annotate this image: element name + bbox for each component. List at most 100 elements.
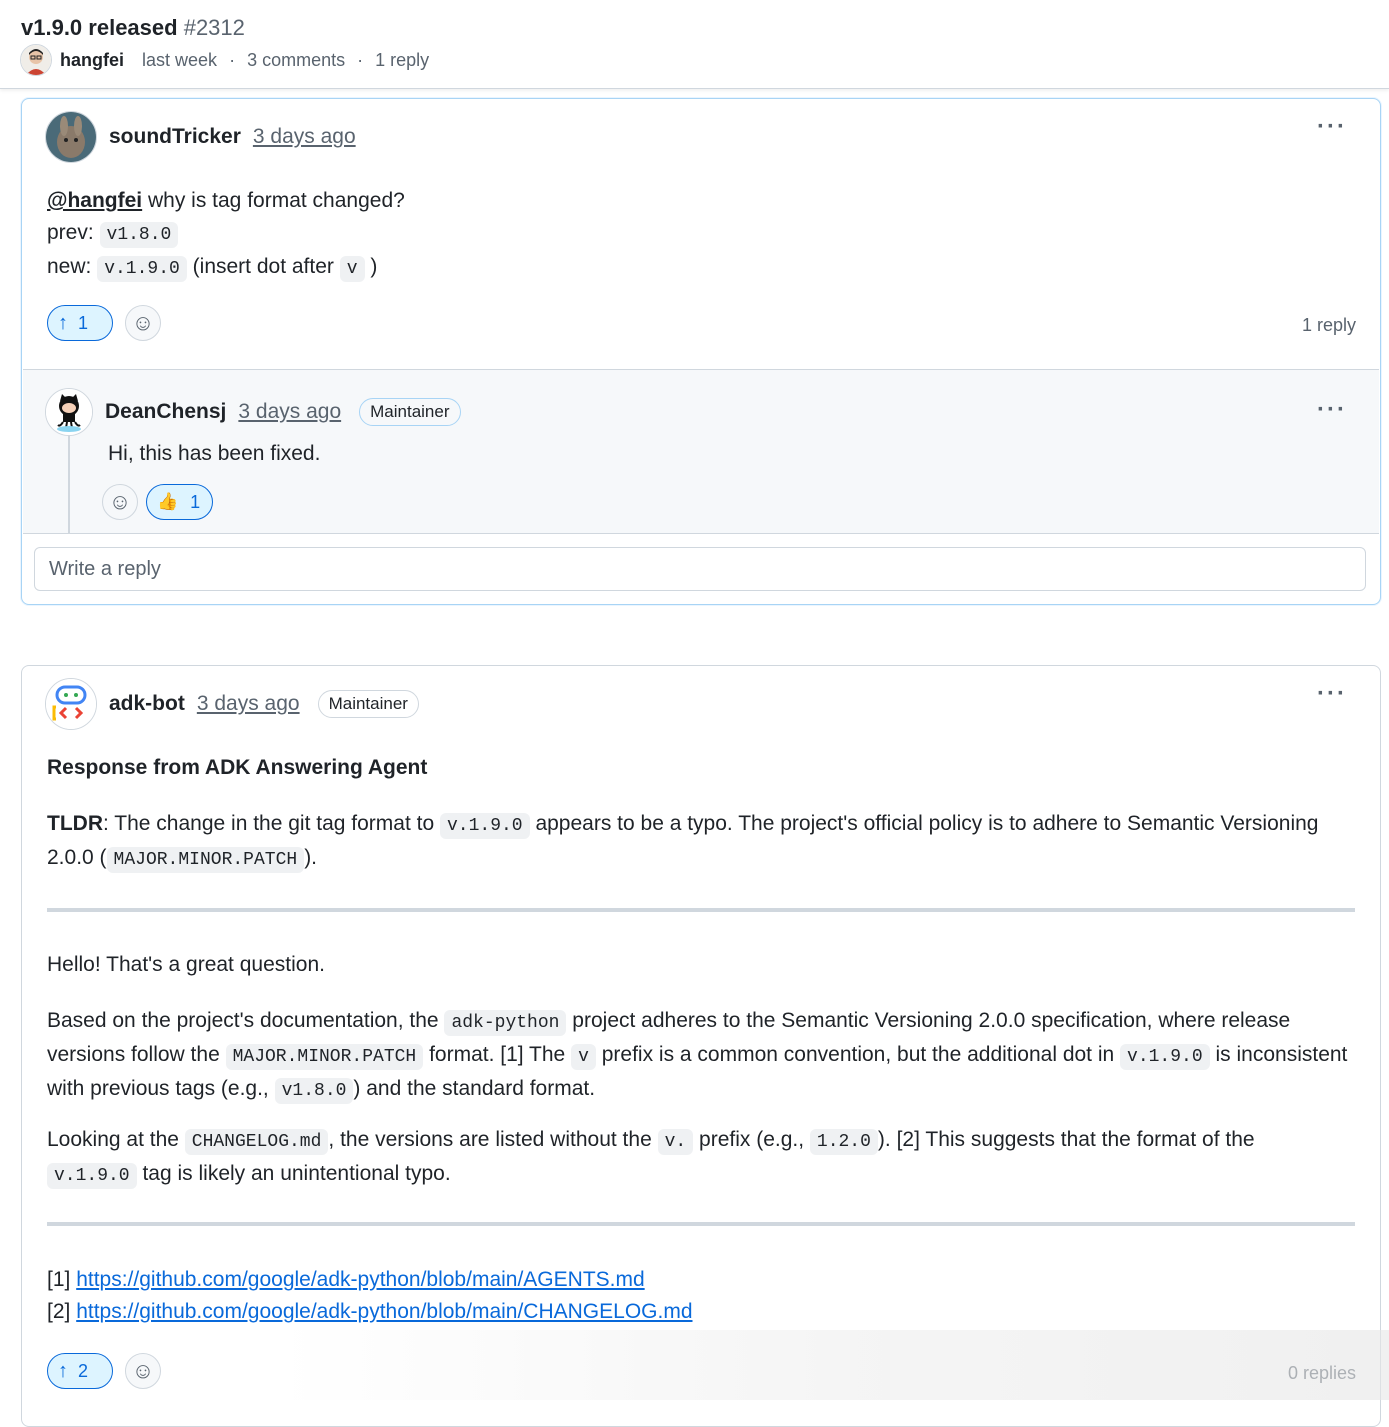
separator-dot: · <box>357 49 364 70</box>
prev-label: prev: <box>47 221 100 244</box>
reference-link-2[interactable]: https://github.com/google/adk-python/blo… <box>76 1300 692 1323</box>
thumbs-up-icon: 👍 <box>157 492 179 511</box>
reference-link-1[interactable]: https://github.com/google/adk-python/blo… <box>76 1268 644 1291</box>
discussion-number[interactable]: #2312 <box>184 15 245 40</box>
p2-code-4: v.1.9.0 <box>1120 1044 1210 1070</box>
hangfei-avatar[interactable] <box>20 44 52 76</box>
smiley-icon[interactable]: ☺ <box>125 1353 161 1389</box>
tldr-text-c: ). <box>304 846 318 869</box>
comment-author[interactable]: soundTricker <box>109 125 241 149</box>
p3-text-c: prefix (e.g., <box>693 1128 810 1151</box>
comment-line-3: new: v.1.9.0 (insert dot after v ) <box>47 251 405 285</box>
p2-code-1: adk-python <box>444 1010 567 1036</box>
upvote-button[interactable]: ↑ 1 <box>47 305 113 341</box>
maintainer-badge: Maintainer <box>317 690 419 718</box>
ref2-label: [2] <box>47 1300 77 1323</box>
p2-code-3: v <box>571 1044 596 1070</box>
tldr-code-1: v.1.9.0 <box>439 813 530 839</box>
insert-end: ) <box>364 255 378 278</box>
arrow-up-icon: ↑ <box>58 311 68 334</box>
comment-adk-bot: adk-bot 3 days ago Maintainer ··· Respon… <box>21 665 1381 1427</box>
comment-time[interactable]: 3 days ago <box>253 125 356 149</box>
comment-reactions: ↑ 2 ☺ <box>47 1353 161 1389</box>
response-heading: Response from ADK Answering Agent <box>47 756 428 779</box>
prev-tag-code: v1.8.0 <box>99 222 179 248</box>
reference-1: [1] https://github.com/google/adk-python… <box>47 1264 693 1296</box>
comment-line-1: @hangfei why is tag format changed? <box>47 185 405 217</box>
reply-reactions: ☺ 👍 1 <box>102 484 214 520</box>
discussion-comment-count: 3 comments <box>247 49 346 70</box>
comment-line-2: prev: v1.8.0 <box>47 217 405 251</box>
reference-2: [2] https://github.com/google/adk-python… <box>47 1296 693 1328</box>
discussion-header: v1.9.0 released #2312 hangfei last week … <box>0 0 1389 89</box>
insert-code: v <box>339 256 365 282</box>
upvote-button[interactable]: ↑ 2 <box>47 1353 113 1389</box>
reply-count[interactable]: 1 reply <box>1302 315 1356 336</box>
p3-text-a: Looking at the <box>47 1128 185 1151</box>
discussion-time: last week <box>142 49 218 70</box>
discussion-meta: hangfei last week · 3 comments · 1 reply <box>20 44 429 76</box>
p3-text-d: ). [2] This suggests that the format of … <box>877 1128 1255 1151</box>
upvote-count: 1 <box>78 312 89 333</box>
comment-line-1-text: why is tag format changed? <box>142 189 405 212</box>
soundtricker-avatar[interactable] <box>45 111 97 163</box>
separator-dot: · <box>229 49 236 70</box>
tldr-code-2: MAJOR.MINOR.PATCH <box>106 847 305 873</box>
p3-code-1: CHANGELOG.md <box>184 1129 329 1155</box>
insert-text: (insert dot after <box>186 255 340 278</box>
comment-body: @hangfei why is tag format changed? prev… <box>47 185 405 285</box>
discussion-title-text: v1.9.0 released <box>21 15 178 40</box>
p2-text-f: ) and the standard format. <box>353 1077 596 1100</box>
paragraph-3: Looking at the CHANGELOG.md, the version… <box>47 1124 1337 1192</box>
hello-paragraph: Hello! That's a great question. <box>47 953 325 976</box>
kebab-horizontal-icon[interactable]: ··· <box>1317 396 1347 424</box>
thumbs-up-count: 1 <box>190 491 201 512</box>
reply-input[interactable]: Write a reply <box>34 547 1366 591</box>
comment-author[interactable]: adk-bot <box>109 692 185 716</box>
p2-code-2: MAJOR.MINOR.PATCH <box>225 1044 424 1070</box>
deanchensj-avatar[interactable] <box>45 388 93 436</box>
reply-thread: DeanChensj 3 days ago Maintainer ··· Hi,… <box>23 369 1379 534</box>
smiley-icon[interactable]: ☺ <box>125 305 161 341</box>
tldr-paragraph: TLDR: The change in the git tag format t… <box>47 808 1347 876</box>
new-tag-code: v.1.9.0 <box>97 256 187 282</box>
thread-line <box>68 434 70 533</box>
comment-reactions: ↑ 1 ☺ <box>47 305 161 341</box>
kebab-horizontal-icon[interactable]: ··· <box>1317 113 1347 141</box>
reply-time[interactable]: 3 days ago <box>238 400 341 424</box>
p3-code-3: 1.2.0 <box>809 1129 878 1155</box>
reply-header: DeanChensj 3 days ago Maintainer <box>45 388 461 436</box>
new-label: new: <box>47 255 98 278</box>
reply-author[interactable]: DeanChensj <box>105 400 226 424</box>
discussion-author[interactable]: hangfei <box>60 50 124 71</box>
upvote-count: 2 <box>78 1360 89 1381</box>
divider <box>47 908 1355 912</box>
p3-code-2: v. <box>657 1129 694 1155</box>
tldr-text-a: : The change in the git tag format to <box>103 812 440 835</box>
p2-text-d: prefix is a common convention, but the a… <box>595 1043 1121 1066</box>
mention-link[interactable]: @hangfei <box>47 189 142 212</box>
kebab-horizontal-icon[interactable]: ··· <box>1317 680 1347 708</box>
p2-text-a: Based on the project's documentation, th… <box>47 1009 445 1032</box>
ref1-label: [1] <box>47 1268 77 1291</box>
tldr-label: TLDR <box>47 812 103 835</box>
reply-count: 0 replies <box>1287 1363 1356 1383</box>
p2-code-5: v1.8.0 <box>274 1078 354 1104</box>
p2-text-c: format. [1] The <box>423 1043 572 1066</box>
comment-header: soundTricker 3 days ago <box>45 111 356 163</box>
comment-header: adk-bot 3 days ago Maintainer <box>45 678 419 730</box>
smiley-icon[interactable]: ☺ <box>102 484 138 520</box>
discussion-title: v1.9.0 released #2312 <box>21 15 245 41</box>
references: [1] https://github.com/google/adk-python… <box>47 1264 693 1328</box>
p3-text-e: tag is likely an unintentional typo. <box>136 1162 451 1185</box>
comment-time[interactable]: 3 days ago <box>197 692 300 716</box>
comment-soundtricker: soundTricker 3 days ago ··· @hangfei why… <box>21 98 1381 605</box>
p3-text-b: , the versions are listed without the <box>328 1128 658 1151</box>
paragraph-2: Based on the project's documentation, th… <box>47 1005 1357 1107</box>
adk-bot-avatar[interactable] <box>45 678 97 730</box>
thumbs-up-reaction[interactable]: 👍 1 <box>146 484 214 520</box>
divider <box>47 1222 1355 1226</box>
p3-code-4: v.1.9.0 <box>47 1163 137 1189</box>
arrow-up-icon: ↑ <box>58 1359 68 1382</box>
maintainer-badge: Maintainer <box>359 398 461 426</box>
